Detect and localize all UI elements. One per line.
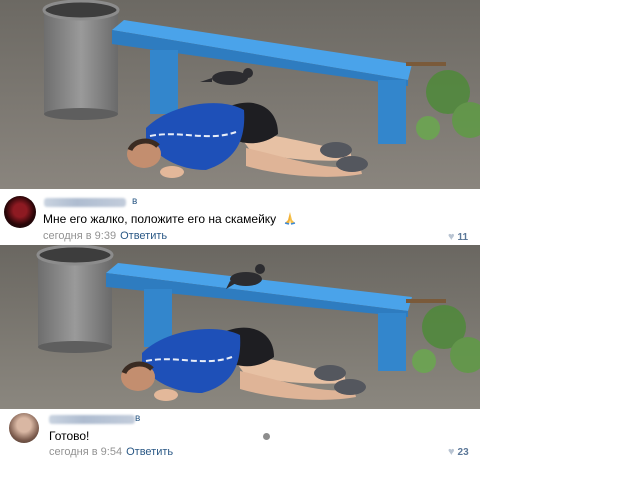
author-name-tail[interactable]: в	[132, 196, 137, 207]
author-name-redacted[interactable]	[49, 415, 135, 424]
reply-link[interactable]: Ответить	[126, 446, 173, 458]
trash-bin	[42, 0, 120, 120]
photo-after	[0, 245, 480, 409]
comment-text: Мне его жалко, положите его на скамейку	[43, 211, 297, 228]
heart-icon: ♥	[448, 231, 455, 243]
like-count: 23	[457, 447, 469, 458]
comment-2: в Готово! сегодня в 9:54 Ответить ♥ 23	[0, 409, 480, 463]
like-count: 11	[457, 232, 469, 243]
like-counter[interactable]: ♥ 23	[448, 446, 469, 458]
author-name-tail[interactable]: в	[135, 413, 140, 424]
avatar[interactable]	[9, 413, 39, 443]
comment-meta: сегодня в 9:39 Ответить	[43, 230, 167, 242]
comment-text: Готово!	[49, 429, 90, 443]
comment-1: в Мне его жалко, положите его на скамейк…	[0, 189, 480, 245]
reply-link[interactable]: Ответить	[120, 230, 167, 242]
timestamp[interactable]: сегодня в 9:54	[49, 446, 122, 458]
timestamp[interactable]: сегодня в 9:39	[43, 230, 116, 242]
comment-text-body: Мне его жалко, положите его на скамейку	[43, 212, 277, 226]
heart-icon: ♥	[448, 446, 455, 458]
praying-hands-icon	[283, 211, 297, 228]
photo-before	[0, 0, 480, 189]
scroll-indicator	[263, 433, 270, 440]
like-counter[interactable]: ♥ 11	[448, 231, 468, 243]
comment-meta: сегодня в 9:54 Ответить	[49, 446, 173, 458]
avatar[interactable]	[4, 196, 36, 228]
author-name-redacted[interactable]	[44, 198, 126, 207]
trash-bin	[36, 245, 114, 353]
